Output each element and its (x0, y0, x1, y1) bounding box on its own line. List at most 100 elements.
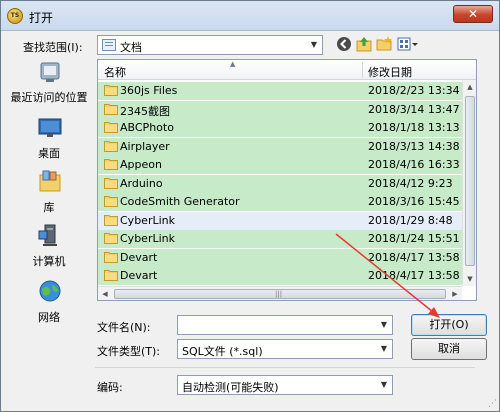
file-date: 2018/4/17 13:58 (368, 269, 460, 282)
file-name: Appeon (120, 158, 162, 171)
folder-icon (104, 84, 118, 99)
folder-icon (104, 103, 118, 118)
look-in-value: 文档 (120, 41, 142, 54)
file-row[interactable]: Devart 2018/4/17 13:58 (98, 248, 462, 267)
column-header-date[interactable]: 修改日期 (368, 64, 412, 80)
place-network[interactable]: 网络 (7, 279, 91, 331)
folder-icon (104, 269, 118, 284)
file-row[interactable]: CyberLink 2018/1/29 8:48 (98, 211, 462, 230)
file-date: 2018/3/14 13:47 (368, 102, 460, 116)
computer-icon (37, 223, 63, 249)
file-row[interactable]: Airplayer 2018/3/13 14:38 (98, 137, 462, 156)
column-header: ▲ 名称 修改日期 (98, 60, 476, 80)
documents-folder-icon (102, 39, 116, 54)
place-computer[interactable]: 计算机 (7, 223, 91, 275)
folder-icon (104, 251, 118, 266)
folder-icon (104, 232, 118, 247)
file-date: 2018/1/24 15:51 (368, 232, 460, 245)
file-row[interactable]: ABCPhoto 2018/1/18 13:13 (98, 119, 462, 137)
scroll-down-icon[interactable]: ▼ (463, 272, 476, 286)
file-row[interactable]: Devart 2018/4/17 13:58 (98, 267, 462, 285)
file-name: ABCPhoto (120, 121, 174, 134)
open-button[interactable]: 打开(O) (411, 314, 487, 336)
folder-icon (104, 177, 118, 192)
encoding-dropdown[interactable]: 自动检测(可能失败) ▼ (177, 375, 393, 395)
column-header-name[interactable]: 名称 (104, 64, 126, 80)
filetype-dropdown[interactable]: SQL文件 (*.sql) ▼ (177, 339, 393, 359)
scrollbar-thumb[interactable]: ||| (114, 289, 446, 299)
title-bar[interactable]: TS 打开 ✕ (1, 1, 499, 31)
scroll-up-icon[interactable]: ▲ (463, 80, 476, 94)
scroll-left-icon[interactable]: ◀ (98, 287, 112, 300)
file-name: CyberLink (120, 213, 175, 227)
cancel-button[interactable]: 取消 (411, 338, 487, 360)
file-row[interactable]: CyberLink 2018/1/24 15:51 (98, 230, 462, 248)
desktop-icon (37, 115, 63, 141)
file-row[interactable]: CodeSmith Generator 2018/3/16 15:45 (98, 193, 462, 211)
view-menu-icon[interactable] (397, 36, 419, 54)
file-date: 2018/3/16 15:45 (368, 195, 460, 208)
file-date: 2018/4/12 9:23 (368, 176, 453, 190)
filename-input[interactable]: ▼ (177, 315, 393, 335)
folder-icon (104, 158, 118, 173)
network-icon (37, 279, 63, 305)
place-libraries[interactable]: 库 (7, 169, 91, 221)
folder-icon (104, 214, 118, 229)
dialog-title: 打开 (29, 11, 54, 25)
file-name: Devart (120, 250, 158, 264)
recent-places-icon (37, 59, 63, 85)
grip-icon: ||| (275, 290, 283, 298)
chevron-down-icon[interactable]: ▼ (306, 36, 322, 54)
scroll-right-icon[interactable]: ▶ (448, 287, 462, 300)
chevron-down-icon[interactable]: ▼ (376, 316, 392, 334)
back-icon[interactable] (335, 36, 353, 54)
place-label: 最近访问的位置 (10, 91, 88, 104)
close-button[interactable]: ✕ (453, 5, 493, 23)
file-row[interactable]: 360js Files 2018/2/23 13:34 (98, 82, 462, 100)
chevron-down-icon[interactable]: ▼ (376, 340, 392, 358)
place-label: 网络 (38, 311, 60, 324)
file-name: Airplayer (120, 139, 170, 153)
file-name: CyberLink (120, 232, 175, 245)
file-row[interactable]: Appeon 2018/4/16 16:33 (98, 156, 462, 174)
filetype-label: 文件类型(T): (97, 345, 161, 358)
sort-ascending-icon: ▲ (230, 60, 236, 68)
file-date: 2018/4/17 13:58 (368, 250, 460, 264)
new-folder-icon[interactable] (375, 36, 393, 54)
file-date: 2018/1/18 13:13 (368, 121, 460, 134)
place-recent[interactable]: 最近访问的位置 (7, 59, 91, 111)
look-in-dropdown[interactable]: 文档 ▼ (97, 35, 323, 55)
places-bar: 最近访问的位置 桌面 库 计算机 网络 (7, 59, 91, 359)
vertical-scrollbar[interactable]: ▲ ▼ (462, 80, 476, 286)
place-label: 计算机 (32, 255, 66, 268)
libraries-icon (37, 169, 63, 195)
file-list[interactable]: ▲ 名称 修改日期 360js Files 2018/2/23 13:34 2345… (97, 59, 477, 301)
place-label: 库 (43, 201, 55, 214)
file-name: Devart (120, 269, 158, 282)
chevron-down-icon[interactable]: ▼ (376, 376, 392, 394)
folder-icon (104, 121, 118, 136)
place-label: 桌面 (38, 147, 60, 160)
filename-label: 文件名(N): (97, 321, 151, 334)
folder-icon (104, 195, 118, 210)
look-in-label: 查找范围(I): (23, 41, 83, 54)
open-file-dialog: TS 打开 ✕ 查找范围(I): 文档 ▼ 最近访问的位置 桌面 库 计算机 网… (0, 0, 500, 412)
file-date: 2018/4/16 16:33 (368, 158, 460, 171)
file-row[interactable]: 2345截图 2018/3/14 13:47 (98, 100, 462, 119)
column-separator[interactable] (362, 62, 363, 78)
file-date: 2018/2/23 13:34 (368, 84, 460, 97)
file-row[interactable]: Arduino 2018/4/12 9:23 (98, 174, 462, 193)
app-icon: TS (7, 8, 23, 24)
file-name: Arduino (120, 176, 163, 190)
divider (95, 367, 475, 368)
horizontal-scrollbar[interactable]: ◀ ||| ▶ (98, 286, 462, 300)
file-date: 2018/1/29 8:48 (368, 213, 453, 227)
filetype-value: SQL文件 (*.sql) (182, 345, 263, 358)
file-name: CodeSmith Generator (120, 195, 240, 208)
resize-grip-icon[interactable]: ⋰ (488, 399, 497, 409)
scrollbar-thumb[interactable] (465, 96, 475, 266)
up-folder-icon[interactable] (355, 36, 373, 54)
place-desktop[interactable]: 桌面 (7, 115, 91, 167)
encoding-value: 自动检测(可能失败) (182, 381, 279, 394)
file-name: 2345截图 (120, 104, 170, 118)
